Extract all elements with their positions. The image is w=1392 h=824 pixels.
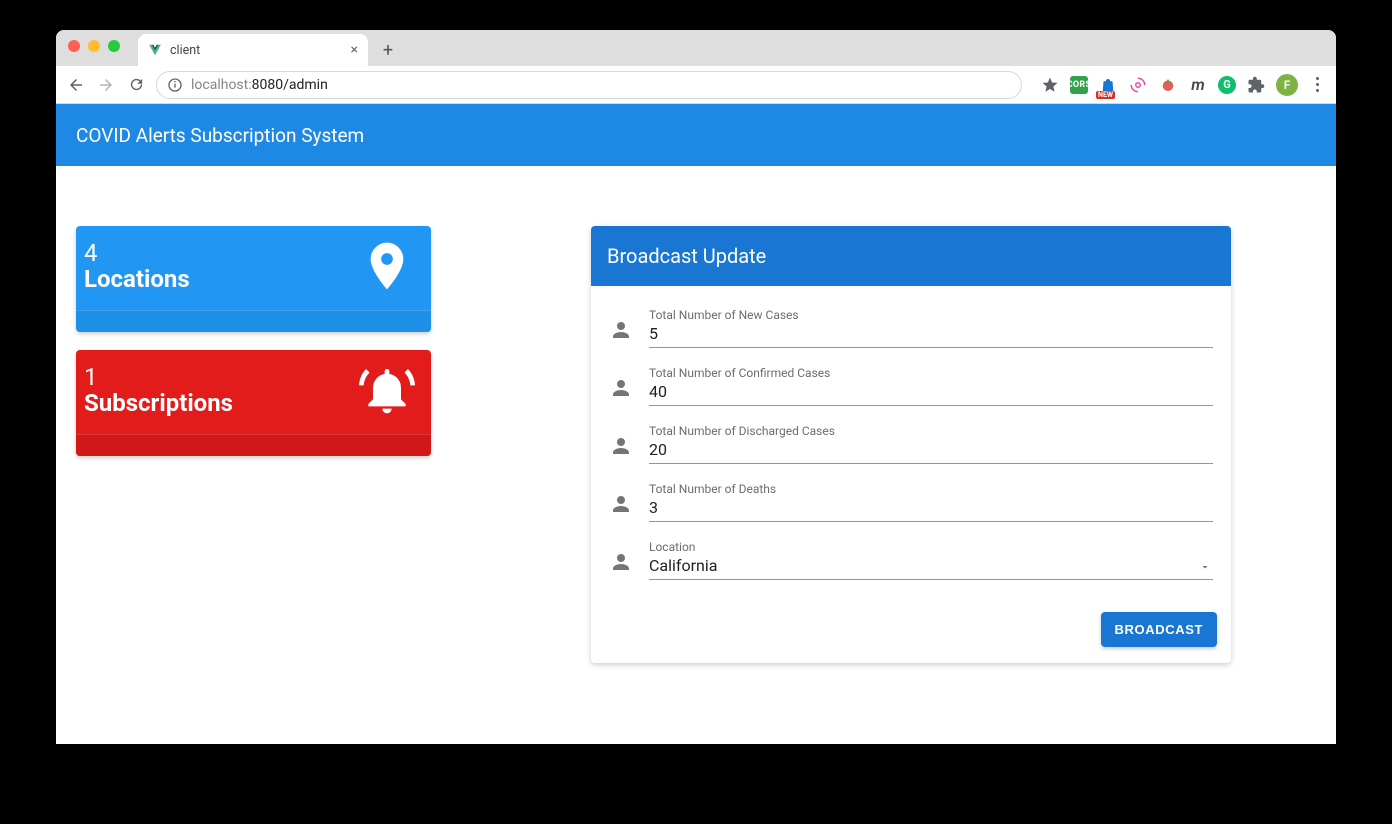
new-cases-input[interactable]: [649, 324, 1213, 343]
person-icon: [609, 376, 633, 400]
tab-close-button[interactable]: ×: [351, 43, 358, 57]
app-bar: COVID Alerts Subscription System: [56, 104, 1336, 166]
card-footer: [76, 434, 431, 456]
page-content: 4 Locations 1 Subscriptions: [56, 166, 1336, 683]
new-tab-button[interactable]: +: [374, 36, 402, 64]
locations-label: Locations: [84, 265, 190, 293]
subscriptions-card[interactable]: 1 Subscriptions: [76, 350, 431, 456]
person-icon: [609, 318, 633, 342]
window-minimize-button[interactable]: [88, 40, 100, 52]
app-title: COVID Alerts Subscription System: [76, 124, 364, 147]
extension-grammarly-icon[interactable]: G: [1218, 76, 1236, 94]
field-discharged-cases: Total Number of Discharged Cases: [609, 414, 1213, 472]
address-bar[interactable]: localhost:8080/admin: [156, 71, 1022, 99]
deaths-input[interactable]: [649, 498, 1213, 517]
subscriptions-label: Subscriptions: [84, 389, 233, 417]
extensions-menu-icon[interactable]: [1246, 75, 1266, 95]
field-label: Location: [649, 540, 1213, 554]
location-pin-icon: [359, 238, 415, 294]
profile-avatar[interactable]: F: [1276, 74, 1298, 96]
location-select[interactable]: Location California: [649, 540, 1213, 580]
person-icon: [609, 550, 633, 574]
browser-tab[interactable]: client ×: [138, 34, 368, 66]
field-label: Total Number of Confirmed Cases: [649, 366, 1213, 380]
form-title: Broadcast Update: [591, 226, 1231, 286]
broadcast-form-card: Broadcast Update Total Number of New Cas…: [591, 226, 1231, 663]
card-footer: [76, 310, 431, 332]
person-icon: [609, 434, 633, 458]
discharged-cases-input[interactable]: [649, 440, 1213, 459]
window-controls: [68, 40, 120, 52]
page-viewport: COVID Alerts Subscription System 4 Locat…: [56, 104, 1336, 744]
bookmark-star-icon[interactable]: [1040, 75, 1060, 95]
window-titlebar: client × +: [56, 30, 1336, 66]
vue-icon: [148, 43, 162, 57]
window-zoom-button[interactable]: [108, 40, 120, 52]
back-button[interactable]: [66, 75, 86, 95]
field-label: Total Number of Deaths: [649, 482, 1213, 496]
field-new-cases: Total Number of New Cases: [609, 298, 1213, 356]
url-text: localhost:8080/admin: [191, 77, 328, 93]
confirmed-cases-input[interactable]: [649, 382, 1213, 401]
reload-button[interactable]: [126, 75, 146, 95]
extension-m-icon[interactable]: m: [1188, 75, 1208, 95]
person-icon: [609, 492, 633, 516]
bell-alert-icon: [359, 362, 415, 418]
extension-shopping-icon[interactable]: NEW: [1098, 75, 1118, 95]
extension-tomato-icon[interactable]: [1158, 75, 1178, 95]
broadcast-button[interactable]: BROADCAST: [1101, 612, 1217, 647]
field-location: Location California: [609, 530, 1213, 588]
tab-title: client: [170, 43, 343, 58]
locations-count: 4: [84, 239, 190, 267]
extension-swirl-icon[interactable]: [1128, 75, 1148, 95]
location-value: California: [649, 556, 1213, 575]
browser-toolbar: localhost:8080/admin CORS NEW m G F: [56, 66, 1336, 104]
field-label: Total Number of Discharged Cases: [649, 424, 1213, 438]
field-confirmed-cases: Total Number of Confirmed Cases: [609, 356, 1213, 414]
window-close-button[interactable]: [68, 40, 80, 52]
toolbar-actions: CORS NEW m G F: [1040, 74, 1326, 96]
extension-cors-icon[interactable]: CORS: [1070, 76, 1088, 94]
stat-cards: 4 Locations 1 Subscriptions: [76, 226, 431, 456]
browser-menu-button[interactable]: [1308, 77, 1326, 92]
field-label: Total Number of New Cases: [649, 308, 1213, 322]
forward-button: [96, 75, 116, 95]
locations-card[interactable]: 4 Locations: [76, 226, 431, 332]
site-info-icon[interactable]: [167, 77, 183, 93]
field-deaths: Total Number of Deaths: [609, 472, 1213, 530]
subscriptions-count: 1: [84, 363, 233, 391]
browser-window: client × + localhost:8080/admin CORS NEW: [56, 30, 1336, 744]
